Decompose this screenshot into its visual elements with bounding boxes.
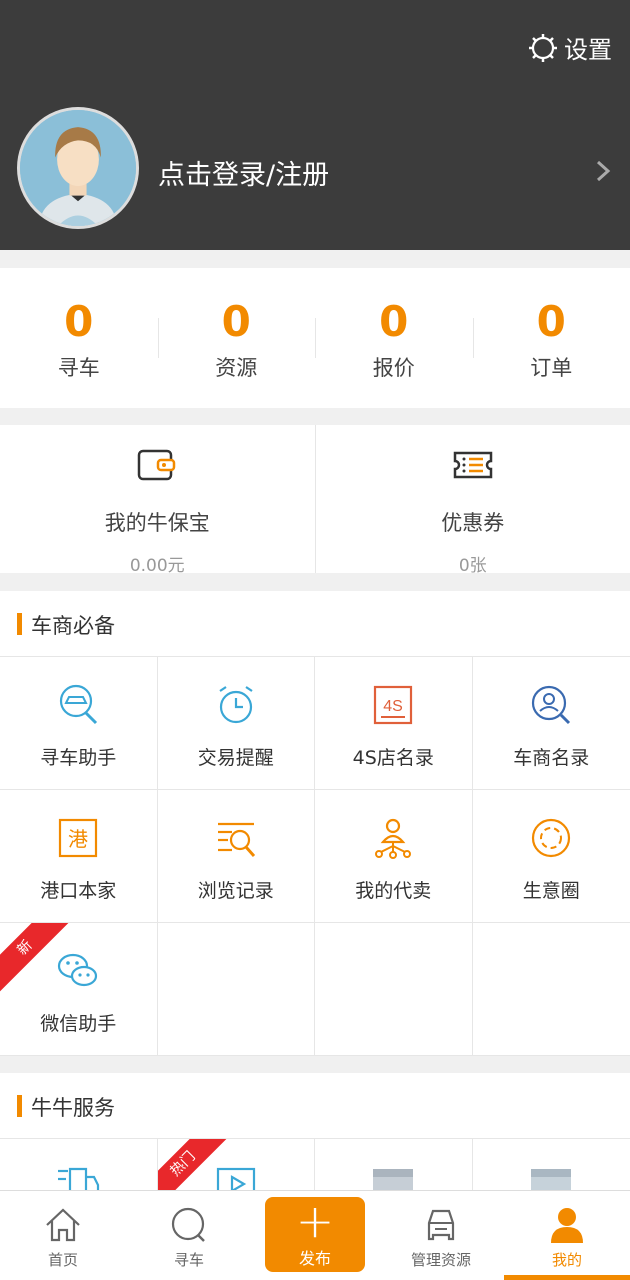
stat-label: 订单 bbox=[530, 356, 573, 380]
tab-mine[interactable]: 我的 bbox=[504, 1191, 630, 1280]
port-icon: 港 bbox=[59, 818, 98, 858]
tool-consignment[interactable]: 我的代卖 bbox=[315, 790, 473, 923]
empty-cell bbox=[472, 923, 630, 1056]
wallet-icon bbox=[138, 449, 176, 481]
coupon-entry[interactable]: 优惠券 0张 bbox=[314, 425, 630, 576]
tool-label: 车商名录 bbox=[513, 747, 590, 769]
stat-label: 报价 bbox=[372, 356, 415, 380]
publish-label: 发布 bbox=[298, 1249, 331, 1268]
tool-wechat-assistant[interactable]: 新 微信助手 bbox=[0, 923, 158, 1056]
tab-label: 寻车 bbox=[173, 1251, 204, 1269]
svg-text:4S: 4S bbox=[383, 698, 403, 715]
stat-value: 0 bbox=[64, 297, 94, 346]
dealer-tools-grid: 寻车助手 交易提醒 4S 4S店名录 车商名录 港 港口本家 浏览记录 我的代卖… bbox=[0, 657, 630, 1056]
tab-manage-resources[interactable]: 管理资源 bbox=[378, 1191, 504, 1280]
stat-quotes[interactable]: 0 报价 bbox=[315, 268, 473, 408]
home-icon bbox=[46, 1208, 80, 1242]
login-register-link[interactable]: 点击登录/注册 bbox=[158, 153, 329, 192]
truck-icon bbox=[58, 1167, 100, 1190]
svg-text:港: 港 bbox=[68, 827, 88, 851]
tab-home[interactable]: 首页 bbox=[0, 1191, 126, 1280]
empty-cell bbox=[157, 923, 315, 1056]
video-icon bbox=[216, 1167, 255, 1190]
publish-button[interactable]: + 发布 bbox=[265, 1197, 365, 1272]
car-manage-icon bbox=[427, 1209, 455, 1241]
tool-label: 浏览记录 bbox=[197, 880, 274, 902]
tool-label: 4S店名录 bbox=[352, 747, 434, 769]
profile-header: 设置 点击登录/注册 bbox=[0, 0, 630, 250]
stat-orders[interactable]: 0 订单 bbox=[472, 268, 630, 408]
service-item-3[interactable] bbox=[315, 1139, 473, 1190]
wallet-title: 我的牛保宝 bbox=[104, 511, 210, 535]
tool-label: 生意圈 bbox=[522, 880, 580, 902]
stats-bar: 0 寻车 0 资源 0 报价 0 订单 bbox=[0, 268, 630, 408]
tab-label: 我的 bbox=[551, 1251, 582, 1269]
default-avatar-icon bbox=[20, 110, 136, 226]
empty-cell bbox=[315, 923, 473, 1056]
car-search-icon bbox=[60, 684, 98, 725]
settings-button[interactable]: 设置 bbox=[528, 30, 612, 65]
stat-value: 0 bbox=[221, 297, 251, 346]
stat-value: 0 bbox=[379, 297, 409, 346]
stat-resources[interactable]: 0 资源 bbox=[157, 268, 316, 408]
plus-icon: + bbox=[295, 1194, 335, 1248]
wallet-balance: 0.00元 bbox=[129, 556, 185, 576]
settings-label: 设置 bbox=[564, 36, 612, 64]
coupon-icon bbox=[453, 451, 492, 479]
tool-dealer-directory[interactable]: 车商名录 bbox=[472, 657, 630, 790]
dealer-search-icon bbox=[532, 685, 571, 725]
tool-label: 微信助手 bbox=[40, 1013, 117, 1035]
tool-label: 寻车助手 bbox=[40, 747, 117, 769]
tool-car-finder[interactable]: 寻车助手 bbox=[0, 657, 158, 790]
section-title: 车商必备 bbox=[31, 614, 115, 638]
coupon-title: 优惠券 bbox=[441, 511, 505, 535]
browse-history-icon bbox=[217, 822, 255, 857]
stat-find-car[interactable]: 0 寻车 bbox=[0, 268, 158, 408]
section-accent-bar bbox=[17, 613, 22, 635]
alarm-clock-icon bbox=[219, 686, 253, 724]
chevron-right-icon[interactable] bbox=[592, 158, 614, 184]
tab-label: 管理资源 bbox=[410, 1251, 471, 1269]
search-icon bbox=[171, 1207, 205, 1242]
wallet-row: 我的牛保宝 0.00元 优惠券 0张 bbox=[0, 425, 630, 576]
tool-browse-history[interactable]: 浏览记录 bbox=[157, 790, 315, 923]
user-icon bbox=[551, 1208, 583, 1243]
stat-value: 0 bbox=[536, 297, 566, 346]
tool-label: 交易提醒 bbox=[197, 747, 274, 769]
tool-port-home[interactable]: 港 港口本家 bbox=[0, 790, 158, 923]
services-grid: 热门 bbox=[0, 1139, 630, 1190]
tool-label: 我的代卖 bbox=[355, 880, 432, 902]
section-title: 牛牛服务 bbox=[31, 1096, 115, 1120]
tool-label: 港口本家 bbox=[40, 880, 117, 902]
service-video[interactable]: 热门 bbox=[157, 1139, 315, 1190]
tool-trade-reminder[interactable]: 交易提醒 bbox=[157, 657, 315, 790]
service-item-4[interactable] bbox=[473, 1139, 630, 1190]
tool-business-circle[interactable]: 生意圈 bbox=[472, 790, 630, 923]
tool-4s-directory[interactable]: 4S 4S店名录 bbox=[315, 657, 473, 790]
tab-label: 首页 bbox=[47, 1251, 78, 1269]
business-circle-icon bbox=[532, 818, 571, 858]
gear-icon bbox=[529, 33, 557, 62]
stat-label: 寻车 bbox=[57, 356, 100, 380]
section-accent-bar bbox=[17, 1095, 22, 1117]
service-thumbnail-icon bbox=[531, 1169, 572, 1190]
tab-find-car[interactable]: 寻车 bbox=[126, 1191, 252, 1280]
consignment-icon bbox=[375, 818, 412, 859]
service-thumbnail-icon bbox=[373, 1169, 414, 1190]
avatar[interactable] bbox=[17, 107, 139, 229]
section-niuniu-services: 牛牛服务 bbox=[0, 1073, 630, 1139]
coupon-count: 0张 bbox=[458, 556, 487, 576]
stat-label: 资源 bbox=[215, 356, 258, 380]
wechat-icon bbox=[58, 953, 98, 987]
4s-store-icon: 4S bbox=[374, 685, 413, 725]
service-logistics[interactable] bbox=[0, 1139, 158, 1190]
niubaobao-wallet[interactable]: 我的牛保宝 0.00元 bbox=[0, 425, 315, 576]
section-dealer-essentials: 车商必备 bbox=[0, 591, 630, 657]
